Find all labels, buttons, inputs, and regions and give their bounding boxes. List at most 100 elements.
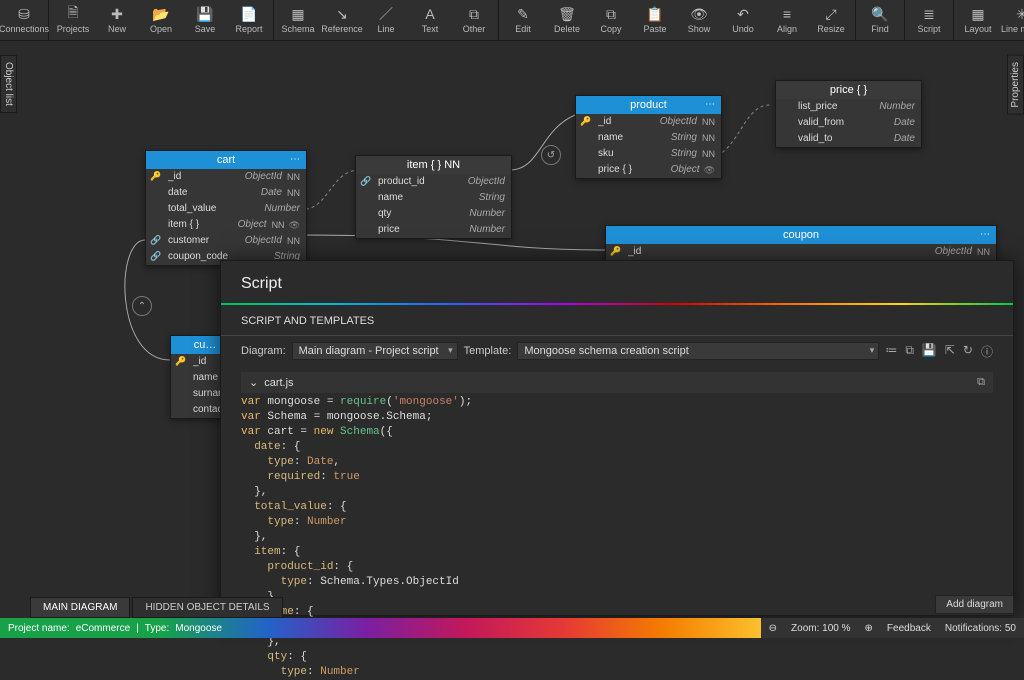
field-row[interactable]: valid_fromDate [776, 115, 921, 131]
field-nn: NN [977, 245, 990, 259]
toolbar-layout[interactable]: ▦Layout [956, 0, 1000, 40]
entity-cart[interactable]: cart⋯ 🔑_idObjectIdNNdate Date NNtotal_valu… [145, 150, 307, 266]
more-icon[interactable]: ⋯ [705, 99, 715, 110]
zoom-in-icon[interactable]: ⊕ [865, 623, 873, 634]
toolbar-undo[interactable]: ↶Undo [721, 0, 765, 40]
copy-icon[interactable]: ⧉ [905, 343, 914, 360]
toolbar-show[interactable]: 👁Show [677, 0, 721, 40]
field-row[interactable]: dateDateNN [146, 185, 306, 201]
diagram-select[interactable]: Main diagram - Project script [292, 342, 458, 360]
toolbar-line-mode[interactable]: ✳Line mode [1000, 0, 1024, 40]
entity-product[interactable]: product⋯ 🔑_idObjectIdNNnameStringNNskuSt… [575, 95, 722, 179]
entity-header[interactable]: coupon⋯ [606, 226, 996, 244]
toolbar-reference[interactable]: ↘Reference [320, 0, 364, 40]
entity-header[interactable]: product⋯ [576, 96, 721, 114]
notifications-link[interactable]: Notifications: 50 [945, 623, 1016, 634]
field-row[interactable]: priceNumber [356, 222, 511, 238]
copy-file-icon[interactable]: ⧉ [977, 376, 985, 389]
toolbar-report[interactable]: 📄Report [227, 0, 271, 40]
entity-header[interactable]: cart⋯ [146, 151, 306, 169]
toggle-list-icon[interactable]: ≔ [885, 343, 897, 360]
file-name: cart.js [264, 377, 293, 389]
toolbar-script[interactable]: ≣Script [907, 0, 951, 40]
field-type: Date [261, 186, 282, 200]
toolbar-open[interactable]: 📂Open [139, 0, 183, 40]
properties-tab[interactable]: Properties [1007, 55, 1024, 115]
file-header[interactable]: ⌄ cart.js ⧉ [241, 372, 993, 393]
schema-icon: ▦ [291, 6, 304, 22]
toolbar-save[interactable]: 💾Save [183, 0, 227, 40]
reload-icon[interactable]: ↻ [963, 343, 973, 360]
toolbar-line[interactable]: ／Line [364, 0, 408, 40]
field-row[interactable]: 🔑_idObjectIdNN [146, 169, 306, 185]
entity-header[interactable]: item { } NN [356, 156, 511, 174]
field-row[interactable]: qtyNumber [356, 206, 511, 222]
toolbar-align[interactable]: ≡Align [765, 0, 809, 40]
field-type: ObjectId [245, 234, 282, 248]
toolbar-resize[interactable]: ⤢Resize [809, 0, 853, 40]
more-icon[interactable]: ⋯ [980, 229, 990, 240]
field-row[interactable]: price { }Object👁 [576, 162, 721, 178]
toolbar-delete[interactable]: 🗑Delete [545, 0, 589, 40]
toolbar-text[interactable]: AText [408, 0, 452, 40]
toolbar-other[interactable]: ⧉Other [452, 0, 496, 40]
field-name: date [168, 186, 255, 200]
entity-coupon[interactable]: coupon⋯ 🔑_idObjectIdNN [605, 225, 997, 261]
field-row[interactable]: total_valueNumber [146, 201, 306, 217]
field-nn: NN [702, 131, 715, 145]
field-name: valid_to [798, 132, 888, 146]
toolbar-new[interactable]: ✚New [95, 0, 139, 40]
toolbar-paste[interactable]: 📋Paste [633, 0, 677, 40]
eye-icon[interactable]: 👁 [704, 163, 715, 177]
toolbar-edit[interactable]: ✎Edit [501, 0, 545, 40]
edit-icon: ✎ [517, 6, 529, 22]
entity-price[interactable]: price { } list_priceNumbervalid_fromDate… [775, 80, 922, 148]
feedback-link[interactable]: Feedback [887, 623, 931, 634]
toolbar-connections[interactable]: ⛁Connections [2, 0, 46, 40]
field-row[interactable]: 🔗product_idObjectId [356, 174, 511, 190]
copy-icon: ⧉ [606, 6, 616, 22]
field-row[interactable]: valid_toDate [776, 131, 921, 147]
toolbar-copy[interactable]: ⧉Copy [589, 0, 633, 40]
field-row[interactable]: nameString [356, 190, 511, 206]
toolbar-schema[interactable]: ▦Schema [276, 0, 320, 40]
field-type: String [671, 131, 697, 145]
field-type: Number [264, 202, 300, 216]
relation-handle[interactable]: ⌃ [132, 296, 152, 316]
panel-title: Script [221, 261, 1013, 303]
tab-hidden-details[interactable]: HIDDEN OBJECT DETAILS [132, 597, 282, 618]
field-type: Number [469, 223, 505, 237]
chevron-down-icon: ⌄ [249, 376, 258, 389]
field-type: Number [879, 100, 915, 114]
show-icon: 👁 [690, 6, 708, 22]
field-row[interactable]: skuStringNN [576, 146, 721, 162]
field-icon: 🔗 [150, 249, 164, 263]
field-row[interactable]: 🔑_idObjectIdNN [576, 114, 721, 130]
entity-item[interactable]: item { } NN 🔗product_idObjectIdnameStrin… [355, 155, 512, 239]
tab-main-diagram[interactable]: MAIN DIAGRAM [30, 597, 130, 618]
eye-icon[interactable]: 👁 [289, 218, 300, 232]
field-row[interactable]: nameStringNN [576, 130, 721, 146]
field-row[interactable]: list_priceNumber [776, 99, 921, 115]
toolbar-find[interactable]: 🔍Find [858, 0, 902, 40]
zoom-out-icon[interactable]: ⊖ [769, 623, 777, 634]
field-icon: 🔑 [175, 354, 189, 368]
field-name: name [378, 191, 473, 205]
relation-handle[interactable]: ↺ [541, 145, 561, 165]
add-diagram-button[interactable]: Add diagram [935, 595, 1014, 614]
toolbar-projects[interactable]: 🗎Projects [51, 0, 95, 40]
field-row[interactable]: 🔑_idObjectIdNN [606, 244, 996, 260]
field-row[interactable]: 🔗customerObjectIdNN [146, 233, 306, 249]
object-list-tab[interactable]: Object list [0, 55, 17, 113]
more-icon[interactable]: ⋯ [290, 154, 300, 165]
entity-header[interactable]: price { } [776, 81, 921, 99]
field-row[interactable]: item { }ObjectNN👁 [146, 217, 306, 233]
save-icon: 💾 [196, 6, 213, 22]
field-nn: NN [702, 115, 715, 129]
info-icon[interactable]: ⓘ [981, 343, 993, 360]
save-icon[interactable]: 💾 [922, 343, 937, 360]
field-nn: NN [272, 218, 285, 232]
export-icon[interactable]: ⇱ [945, 343, 955, 360]
template-select[interactable]: Mongoose schema creation script [517, 342, 879, 360]
align-icon: ≡ [783, 6, 791, 22]
